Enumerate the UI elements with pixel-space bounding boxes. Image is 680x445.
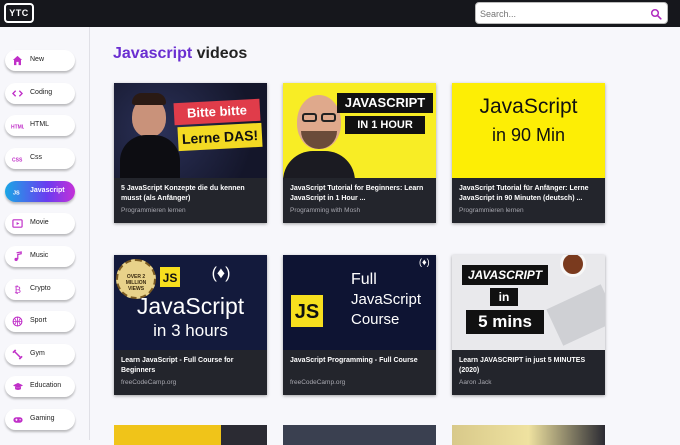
sidebar-item-label: Gym xyxy=(30,350,45,357)
top-bar: YTC xyxy=(0,0,680,27)
sidebar-item-crypto[interactable]: ₿ Crypto xyxy=(5,279,75,300)
video-thumbnail[interactable]: OVER 2 MILLION VIEWS JS (♦) JavaScript i… xyxy=(114,255,267,350)
freecodecamp-logo-icon: (♦) xyxy=(211,265,231,282)
code-icon xyxy=(11,87,24,100)
thumbnail-caption: in 3 hours xyxy=(153,321,228,340)
video-card-partial[interactable] xyxy=(114,425,267,445)
sidebar-item-label: Css xyxy=(30,154,43,161)
sidebar-item-label: Education xyxy=(30,382,62,389)
svg-text:CSS: CSS xyxy=(12,157,23,163)
sidebar-item-label: Coding xyxy=(30,89,53,96)
basketball-icon xyxy=(11,315,24,328)
video-card[interactable]: (♦) JS Full JavaScript Course JavaScript… xyxy=(283,255,436,395)
freecodecamp-logo-icon: (♦) xyxy=(419,257,430,267)
page-title-accent: Javascript xyxy=(113,45,193,62)
video-card[interactable]: JAVASCRIPT IN 1 HOUR JavaScript Tutorial… xyxy=(283,83,436,223)
sidebar-item-label: Movie xyxy=(30,219,49,226)
sidebar-item-coding[interactable]: Coding xyxy=(5,83,75,104)
search-icon[interactable] xyxy=(650,8,662,20)
channel-name[interactable]: freeCodeCamp.org xyxy=(121,379,176,386)
channel-name[interactable]: Aaron Jack xyxy=(459,379,492,386)
sidebar-item-label: Gaming xyxy=(30,415,55,422)
thumbnail-caption: Full xyxy=(351,271,377,288)
sidebar-item-movie[interactable]: Movie xyxy=(5,213,75,234)
video-card[interactable]: JAVASCRIPT in 5 mins Learn JAVASCRIPT in… xyxy=(452,255,605,395)
thumbnail-caption: IN 1 HOUR xyxy=(345,116,425,134)
video-card[interactable]: Bitte bitte Lerne DAS! 5 JavaScript Konz… xyxy=(114,83,267,223)
page-title-rest: videos xyxy=(192,45,248,62)
thumbnail-caption: Bitte bitte xyxy=(173,98,261,126)
sidebar-item-gaming[interactable]: Gaming xyxy=(5,409,75,430)
app-logo[interactable]: YTC xyxy=(4,3,34,23)
music-icon xyxy=(11,250,24,263)
video-thumbnail[interactable]: Bitte bitte Lerne DAS! xyxy=(114,83,267,178)
coffee-cup xyxy=(560,255,586,277)
sidebar-item-label: Javascript xyxy=(30,187,65,194)
sidebar-item-new[interactable]: New xyxy=(5,50,75,71)
graduation-cap-icon xyxy=(11,380,24,393)
sidebar-item-label: Music xyxy=(30,252,49,259)
search-box[interactable] xyxy=(475,2,668,24)
sidebar-item-music[interactable]: Music xyxy=(5,246,75,267)
video-thumbnail[interactable]: (♦) JS Full JavaScript Course xyxy=(283,255,436,350)
video-title[interactable]: Learn JAVASCRIPT in just 5 MINUTES (2020… xyxy=(459,356,601,376)
gamepad-icon xyxy=(11,413,24,426)
sidebar: New Coding HTML HTML CSS Css JS Javascri… xyxy=(0,27,90,440)
sidebar-item-label: New xyxy=(30,56,45,63)
js-logo-icon: JS xyxy=(291,295,323,327)
thumbnail-caption: JAVASCRIPT xyxy=(462,265,548,285)
thumbnail-caption: JavaScript xyxy=(136,293,245,319)
channel-name[interactable]: Programmieren lernen xyxy=(459,207,524,214)
sidebar-item-education[interactable]: Education xyxy=(5,376,75,397)
glasses xyxy=(297,113,341,123)
dumbbell-icon xyxy=(11,348,24,361)
thumbnail-caption: JavaScript xyxy=(351,291,422,308)
js-icon: JS xyxy=(11,185,24,198)
thumbnail-caption: JavaScript xyxy=(479,95,578,118)
sidebar-item-sport[interactable]: Sport xyxy=(5,311,75,332)
video-title[interactable]: Learn JavaScript - Full Course for Begin… xyxy=(121,356,263,376)
thumbnail-caption: Lerne DAS! xyxy=(177,122,263,152)
video-title[interactable]: JavaScript Programming - Full Course xyxy=(290,356,432,366)
video-title[interactable]: JavaScript Tutorial für Anfänger: Lerne … xyxy=(459,184,601,204)
thumbnail-caption: JAVASCRIPT xyxy=(337,93,433,113)
channel-name[interactable]: Programmieren lernen xyxy=(121,207,186,214)
channel-name[interactable]: freeCodeCamp.org xyxy=(290,379,345,386)
js-logo-icon: JS xyxy=(160,267,180,287)
video-title[interactable]: JavaScript Tutorial for Beginners: Learn… xyxy=(290,184,432,204)
sidebar-item-label: HTML xyxy=(30,121,50,128)
thumbnail-caption: 5 mins xyxy=(466,310,544,334)
sidebar-item-label: Crypto xyxy=(30,285,51,292)
sidebar-item-html[interactable]: HTML HTML xyxy=(5,115,75,136)
video-thumbnail[interactable]: JavaScript in 90 Min xyxy=(452,83,605,178)
page-title: Javascript videos xyxy=(113,45,247,63)
video-thumbnail[interactable]: JAVASCRIPT IN 1 HOUR xyxy=(283,83,436,178)
video-title[interactable]: 5 JavaScript Konzepte die du kennen muss… xyxy=(121,184,263,204)
thumbnail-caption: Course xyxy=(351,311,400,328)
search-input[interactable] xyxy=(480,6,645,21)
channel-name[interactable]: Programming with Mosh xyxy=(290,207,360,214)
keyboard xyxy=(546,284,605,346)
sidebar-item-gym[interactable]: Gym xyxy=(5,344,75,365)
video-card-partial[interactable] xyxy=(452,425,605,445)
bitcoin-icon: ₿ xyxy=(11,283,24,296)
html-icon: HTML xyxy=(11,119,24,132)
css-icon: CSS xyxy=(11,152,24,165)
video-thumbnail[interactable]: JAVASCRIPT in 5 mins xyxy=(452,255,605,350)
video-card[interactable]: OVER 2 MILLION VIEWS JS (♦) JavaScript i… xyxy=(114,255,267,395)
svg-text:HTML: HTML xyxy=(11,124,24,130)
home-icon xyxy=(11,54,24,67)
sidebar-item-javascript[interactable]: JS Javascript xyxy=(5,181,75,202)
movie-icon xyxy=(11,217,24,230)
main-content: Javascript videos Bitte bitte Lerne DAS!… xyxy=(91,27,680,445)
sidebar-item-css[interactable]: CSS Css xyxy=(5,148,75,169)
svg-text:JS: JS xyxy=(13,190,20,196)
video-card-partial[interactable] xyxy=(283,425,436,445)
sidebar-item-label: Sport xyxy=(30,317,47,324)
svg-text:₿: ₿ xyxy=(14,285,21,295)
thumbnail-caption: in 90 Min xyxy=(491,125,566,145)
thumbnail-caption: in xyxy=(490,288,518,306)
video-card[interactable]: JavaScript in 90 Min JavaScript Tutorial… xyxy=(452,83,605,223)
